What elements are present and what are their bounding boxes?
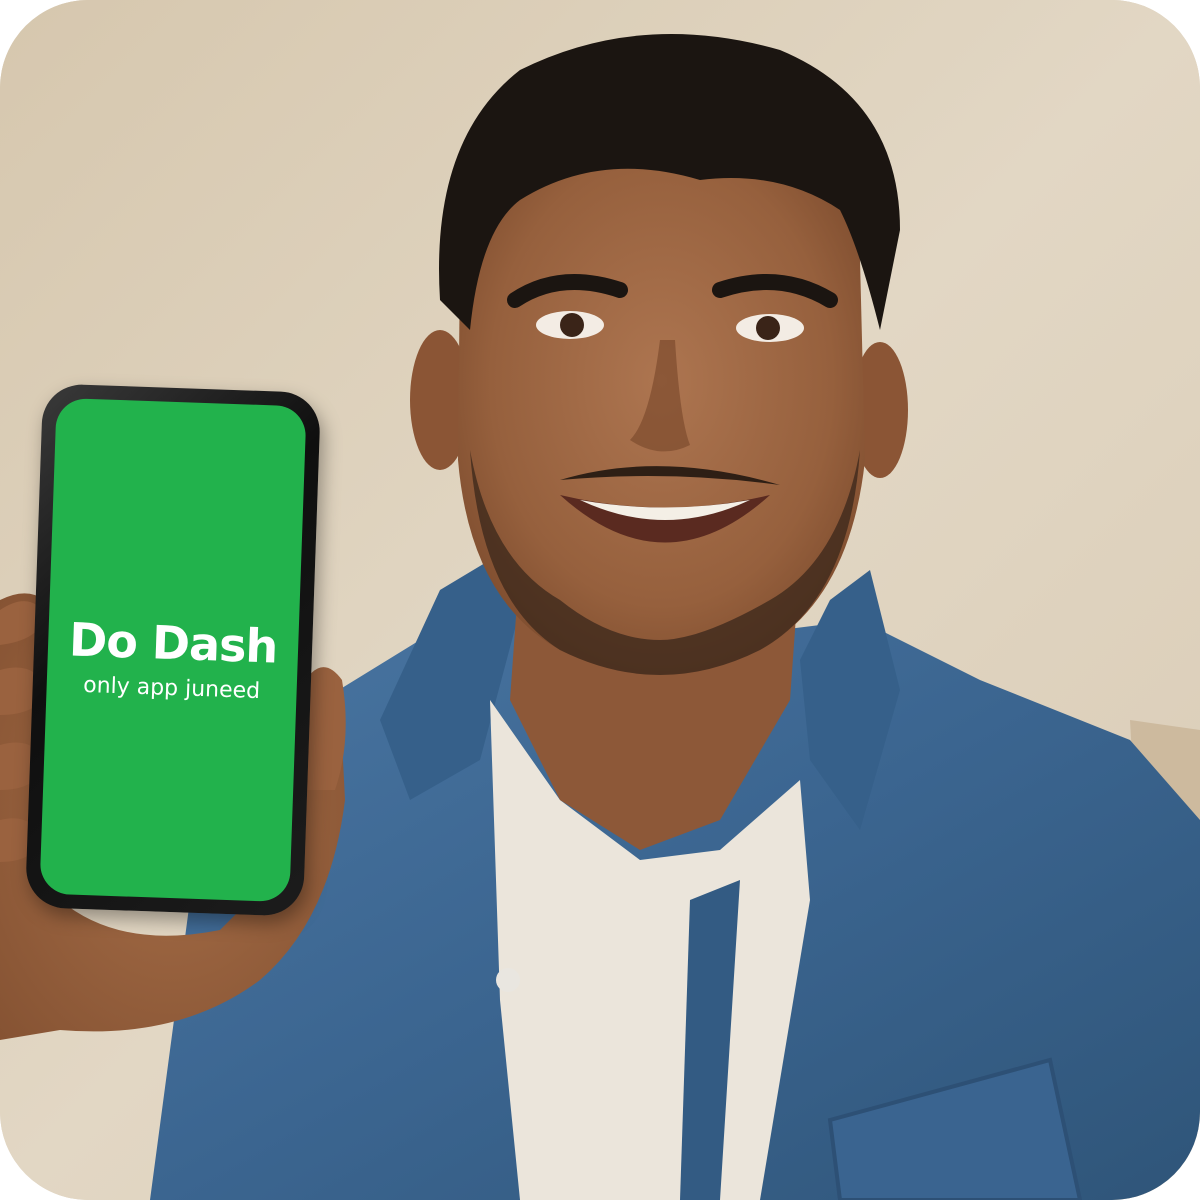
phone-screen: Do Dash only app juneed (39, 397, 307, 903)
app-tagline: only app juneed (82, 672, 261, 705)
photo-card: Do Dash only app juneed (0, 0, 1200, 1200)
smartphone: Do Dash only app juneed (24, 383, 322, 917)
shirt-button (496, 968, 520, 992)
iris-left (560, 313, 584, 337)
iris-right (756, 316, 780, 340)
app-title: Do Dash (68, 612, 279, 674)
